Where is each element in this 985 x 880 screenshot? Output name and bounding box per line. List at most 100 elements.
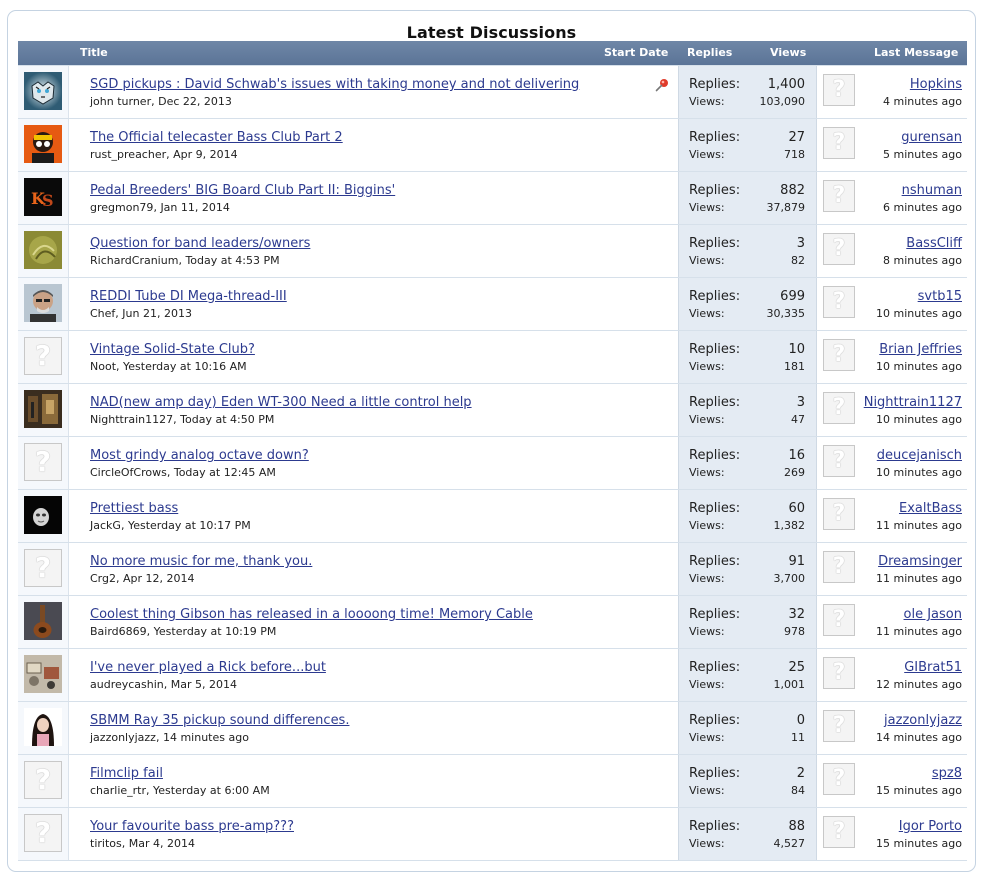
author-avatar[interactable] bbox=[24, 284, 62, 322]
column-start-date[interactable]: Start Date bbox=[604, 46, 668, 59]
author-avatar-placeholder[interactable] bbox=[24, 337, 62, 375]
thread-stats: Replies: 60 Views: 1,382 bbox=[678, 490, 817, 542]
thread-start-date: Dec 22, 2013 bbox=[158, 95, 232, 108]
thread-title-link[interactable]: Filmclip fail bbox=[90, 766, 163, 781]
last-poster-link[interactable]: ole Jason bbox=[904, 607, 962, 622]
last-poster-avatar-placeholder[interactable] bbox=[823, 180, 855, 212]
column-replies[interactable]: Replies bbox=[687, 46, 732, 59]
last-message-time: 6 minutes ago bbox=[883, 201, 962, 214]
author-avatar[interactable] bbox=[24, 655, 62, 693]
last-poster-avatar-placeholder[interactable] bbox=[823, 127, 855, 159]
views-label: Views: bbox=[689, 307, 725, 320]
thread-title-link[interactable]: Coolest thing Gibson has released in a l… bbox=[90, 607, 533, 622]
replies-label: Replies: bbox=[689, 713, 741, 728]
column-last-message[interactable]: Last Message bbox=[874, 46, 958, 59]
thread-meta: RichardCranium, Today at 4:53 PM bbox=[90, 254, 280, 267]
last-poster-link[interactable]: GIBrat51 bbox=[904, 660, 962, 675]
last-poster-avatar-placeholder[interactable] bbox=[823, 763, 855, 795]
last-poster-avatar-placeholder[interactable] bbox=[823, 339, 855, 371]
thread-title-link[interactable]: Pedal Breeders' BIG Board Club Part II: … bbox=[90, 183, 395, 198]
author-avatar-placeholder[interactable] bbox=[24, 761, 62, 799]
thread-author[interactable]: rust_preacher bbox=[90, 148, 166, 161]
author-avatar-placeholder[interactable] bbox=[24, 814, 62, 852]
thread-author[interactable]: Chef bbox=[90, 307, 115, 320]
last-poster-avatar-placeholder[interactable] bbox=[823, 710, 855, 742]
last-poster-avatar-placeholder[interactable] bbox=[823, 392, 855, 424]
thread-author[interactable]: Nighttrain1127 bbox=[90, 413, 173, 426]
last-poster-avatar-placeholder[interactable] bbox=[823, 74, 855, 106]
thread-title-link[interactable]: Question for band leaders/owners bbox=[90, 236, 310, 251]
thread-author[interactable]: john turner bbox=[90, 95, 151, 108]
last-poster-link[interactable]: Brian Jeffries bbox=[879, 342, 962, 357]
thread-title-link[interactable]: SGD pickups : David Schwab's issues with… bbox=[90, 77, 579, 92]
thread-author[interactable]: CircleOfCrows bbox=[90, 466, 167, 479]
thread-title-link[interactable]: No more music for me, thank you. bbox=[90, 554, 312, 569]
author-avatar[interactable] bbox=[24, 231, 62, 269]
thread-author[interactable]: Noot bbox=[90, 360, 116, 373]
thread-author[interactable]: tiritos bbox=[90, 837, 122, 850]
thread-title-link[interactable]: Most grindy analog octave down? bbox=[90, 448, 309, 463]
last-poster-link[interactable]: svtb15 bbox=[918, 289, 962, 304]
thread-title-link[interactable]: Prettiest bass bbox=[90, 501, 178, 516]
last-poster-link[interactable]: jazzonlyjazz bbox=[884, 713, 962, 728]
last-poster-avatar-placeholder[interactable] bbox=[823, 498, 855, 530]
column-title[interactable]: Title bbox=[80, 46, 108, 59]
thread-author[interactable]: Baird6869 bbox=[90, 625, 147, 638]
author-avatar[interactable] bbox=[24, 390, 62, 428]
last-poster-avatar-placeholder[interactable] bbox=[823, 233, 855, 265]
last-poster-link[interactable]: ExaltBass bbox=[899, 501, 962, 516]
views-count: 181 bbox=[784, 360, 805, 373]
author-avatar[interactable] bbox=[24, 72, 62, 110]
last-poster-avatar-placeholder[interactable] bbox=[823, 816, 855, 848]
last-poster-link[interactable]: BassCliff bbox=[906, 236, 962, 251]
views-count: 978 bbox=[784, 625, 805, 638]
pin-icon bbox=[655, 77, 669, 92]
avatar-cell bbox=[18, 66, 69, 118]
thread-title-link[interactable]: SBMM Ray 35 pickup sound differences. bbox=[90, 713, 349, 728]
author-avatar[interactable] bbox=[24, 496, 62, 534]
last-poster-link[interactable]: Igor Porto bbox=[899, 819, 962, 834]
thread-stats: Replies: 27 Views: 718 bbox=[678, 119, 817, 171]
thread-title-link[interactable]: I've never played a Rick before...but bbox=[90, 660, 326, 675]
author-avatar[interactable]: KS bbox=[24, 178, 62, 216]
svg-text:S: S bbox=[42, 191, 54, 210]
thread-author[interactable]: RichardCranium bbox=[90, 254, 178, 267]
thread-start-date: Yesterday at 10:16 AM bbox=[123, 360, 247, 373]
last-poster-avatar-placeholder[interactable] bbox=[823, 657, 855, 689]
replies-label: Replies: bbox=[689, 395, 741, 410]
views-count: 3,700 bbox=[773, 572, 806, 585]
avatar-cell bbox=[18, 596, 69, 648]
last-poster-link[interactable]: spz8 bbox=[932, 766, 962, 781]
last-poster-avatar-placeholder[interactable] bbox=[823, 445, 855, 477]
last-poster-link[interactable]: nshuman bbox=[902, 183, 962, 198]
last-poster-link[interactable]: Hopkins bbox=[910, 77, 962, 92]
thread-author[interactable]: Crg2 bbox=[90, 572, 116, 585]
author-avatar-placeholder[interactable] bbox=[24, 549, 62, 587]
author-avatar-placeholder[interactable] bbox=[24, 443, 62, 481]
last-poster-link[interactable]: deucejanisch bbox=[877, 448, 962, 463]
last-message-time: 11 minutes ago bbox=[876, 519, 962, 532]
last-poster-link[interactable]: Nighttrain1127 bbox=[864, 395, 962, 410]
last-poster-avatar-placeholder[interactable] bbox=[823, 604, 855, 636]
author-avatar[interactable] bbox=[24, 602, 62, 640]
avatar-cell: KS bbox=[18, 172, 69, 224]
last-message-time: 5 minutes ago bbox=[883, 148, 962, 161]
thread-title-link[interactable]: The Official telecaster Bass Club Part 2 bbox=[90, 130, 343, 145]
thread-author[interactable]: charlie_rtr bbox=[90, 784, 146, 797]
last-poster-avatar-placeholder[interactable] bbox=[823, 286, 855, 318]
thread-title-link[interactable]: Vintage Solid-State Club? bbox=[90, 342, 255, 357]
author-avatar[interactable] bbox=[24, 708, 62, 746]
replies-label: Replies: bbox=[689, 660, 741, 675]
last-poster-link[interactable]: gurensan bbox=[901, 130, 962, 145]
thread-author[interactable]: audreycashin bbox=[90, 678, 164, 691]
thread-author[interactable]: JackG bbox=[90, 519, 121, 532]
thread-title-link[interactable]: REDDI Tube DI Mega-thread-III bbox=[90, 289, 287, 304]
column-views[interactable]: Views bbox=[770, 46, 806, 59]
thread-title-link[interactable]: NAD(new amp day) Eden WT-300 Need a litt… bbox=[90, 395, 472, 410]
author-avatar[interactable] bbox=[24, 125, 62, 163]
last-poster-link[interactable]: Dreamsinger bbox=[878, 554, 962, 569]
last-poster-avatar-placeholder[interactable] bbox=[823, 551, 855, 583]
thread-author[interactable]: jazzonlyjazz bbox=[90, 731, 156, 744]
thread-author[interactable]: gregmon79 bbox=[90, 201, 153, 214]
thread-title-link[interactable]: Your favourite bass pre-amp??? bbox=[90, 819, 294, 834]
